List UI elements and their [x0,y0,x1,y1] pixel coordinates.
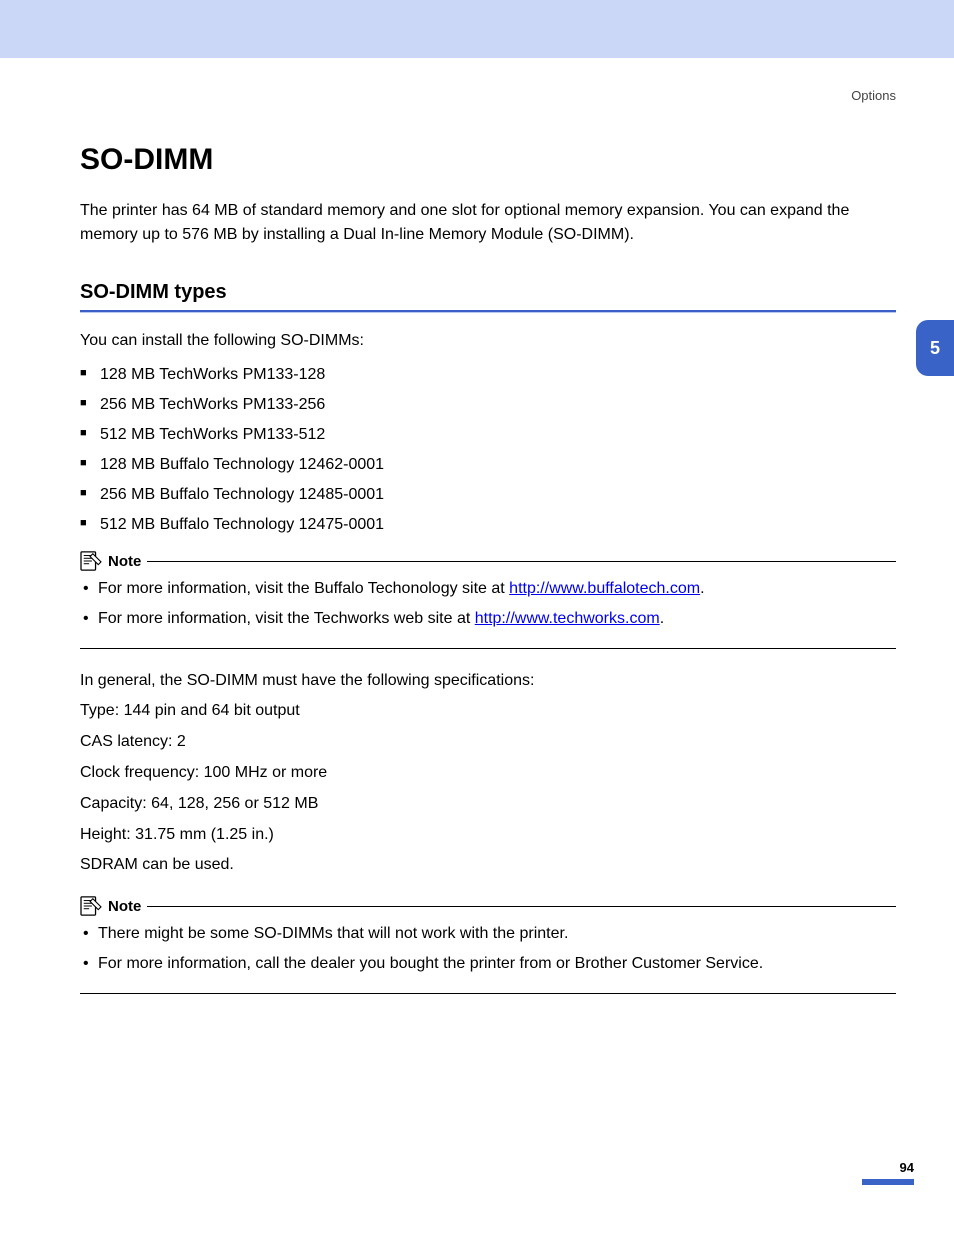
types-intro: You can install the following SO-DIMMs: [80,329,896,353]
note-text-post: . [660,610,664,627]
running-head: Options [80,88,896,103]
note-text-post: . [700,580,704,597]
note-text-pre: For more information, visit the Techwork… [98,610,475,627]
note-header: Note [80,896,896,916]
list-item: 512 MB TechWorks PM133-512 [100,423,896,447]
techworks-link[interactable]: http://www.techworks.com [475,610,660,627]
note-label: Note [108,898,141,915]
note-icon [80,896,102,916]
list-item: 512 MB Buffalo Technology 12475-0001 [100,513,896,537]
note-icon [80,551,102,571]
page-number: 94 [862,1160,914,1175]
spec-line: Type: 144 pin and 64 bit output [80,699,896,724]
specs-intro: In general, the SO-DIMM must have the fo… [80,669,896,694]
note-rule [147,561,896,562]
note-text-pre: For more information, visit the Buffalo … [98,580,509,597]
intro-paragraph: The printer has 64 MB of standard memory… [80,199,896,247]
list-item: For more information, visit the Buffalo … [98,577,896,602]
note-header: Note [80,551,896,571]
section-rule [80,310,896,313]
dimm-list: 128 MB TechWorks PM133-128 256 MB TechWo… [80,363,896,537]
page-title: SO-DIMM [80,143,896,177]
page-number-bar [862,1179,914,1185]
top-band [0,0,954,58]
list-item: For more information, visit the Techwork… [98,607,896,632]
specs-block: In general, the SO-DIMM must have the fo… [80,669,896,879]
note-bottom-rule [80,648,896,649]
section-heading: SO-DIMM types [80,281,896,304]
list-item: 128 MB TechWorks PM133-128 [100,363,896,387]
list-item: 128 MB Buffalo Technology 12462-0001 [100,453,896,477]
spec-line: Clock frequency: 100 MHz or more [80,761,896,786]
note-label: Note [108,553,141,570]
note-rule [147,906,896,907]
list-item: 256 MB Buffalo Technology 12485-0001 [100,483,896,507]
spec-line: CAS latency: 2 [80,730,896,755]
note2-list: There might be some SO-DIMMs that will n… [80,922,896,977]
spec-line: Capacity: 64, 128, 256 or 512 MB [80,792,896,817]
note1-list: For more information, visit the Buffalo … [80,577,896,632]
spec-line: Height: 31.75 mm (1.25 in.) [80,823,896,848]
page-number-wrap: 94 [862,1160,914,1185]
list-item: 256 MB TechWorks PM133-256 [100,393,896,417]
list-item: For more information, call the dealer yo… [98,952,896,977]
page-body: Options SO-DIMM The printer has 64 MB of… [0,58,954,994]
page-wrapper: 5 Options SO-DIMM The printer has 64 MB … [0,0,954,1235]
note-bottom-rule [80,993,896,994]
list-item: There might be some SO-DIMMs that will n… [98,922,896,947]
buffalo-link[interactable]: http://www.buffalotech.com [509,580,700,597]
spec-line: SDRAM can be used. [80,853,896,878]
